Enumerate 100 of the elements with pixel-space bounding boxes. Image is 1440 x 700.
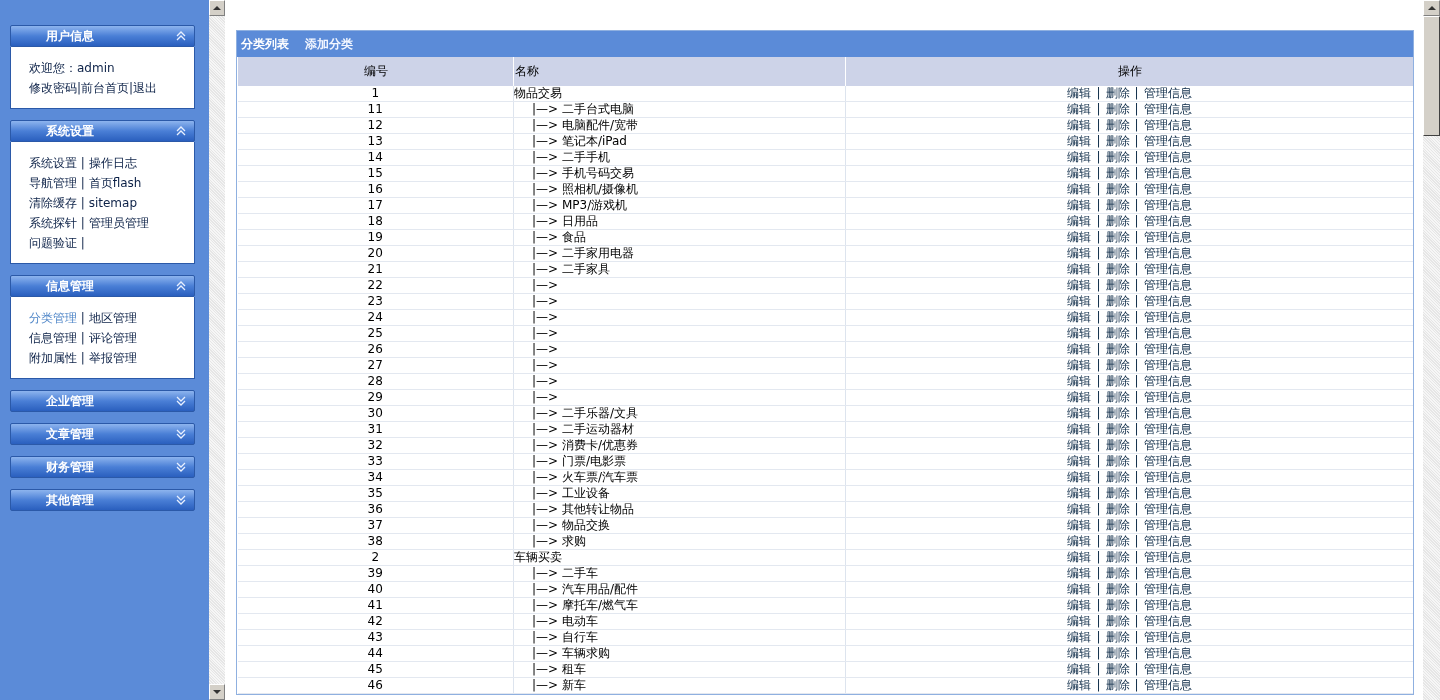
- menu-link[interactable]: sitemap: [88, 196, 137, 210]
- action-link[interactable]: 管理信息: [1143, 310, 1192, 325]
- action-link[interactable]: 编辑: [1067, 86, 1092, 101]
- action-link[interactable]: 管理信息: [1143, 486, 1192, 501]
- collapse-icon[interactable]: [176, 31, 186, 41]
- action-link[interactable]: 编辑: [1067, 150, 1092, 165]
- action-link[interactable]: 编辑: [1067, 198, 1092, 213]
- action-link[interactable]: 编辑: [1067, 518, 1092, 533]
- expand-icon[interactable]: [176, 495, 186, 505]
- menu-link[interactable]: 举报管理: [88, 351, 137, 365]
- action-link[interactable]: 编辑: [1067, 118, 1092, 133]
- action-link[interactable]: 编辑: [1067, 326, 1092, 341]
- action-link[interactable]: 编辑: [1067, 246, 1092, 261]
- action-link[interactable]: 删除: [1105, 262, 1130, 277]
- action-link[interactable]: 编辑: [1067, 614, 1092, 629]
- action-link[interactable]: 编辑: [1067, 406, 1092, 421]
- action-link[interactable]: 删除: [1105, 358, 1130, 373]
- action-link[interactable]: 编辑: [1067, 550, 1092, 565]
- action-link[interactable]: 管理信息: [1143, 598, 1192, 613]
- action-link[interactable]: 删除: [1105, 294, 1130, 309]
- action-link[interactable]: 删除: [1105, 134, 1130, 149]
- action-link[interactable]: 编辑: [1067, 262, 1092, 277]
- action-link[interactable]: 编辑: [1067, 182, 1092, 197]
- action-link[interactable]: 管理信息: [1143, 198, 1192, 213]
- action-link[interactable]: 管理信息: [1143, 326, 1192, 341]
- action-link[interactable]: 管理信息: [1143, 150, 1192, 165]
- menu-link[interactable]: 系统设置: [29, 156, 77, 170]
- action-link[interactable]: 管理信息: [1143, 390, 1192, 405]
- action-link[interactable]: 管理信息: [1143, 614, 1192, 629]
- action-link[interactable]: 编辑: [1067, 134, 1092, 149]
- action-link[interactable]: 管理信息: [1143, 662, 1192, 677]
- action-link[interactable]: 删除: [1105, 662, 1130, 677]
- action-link[interactable]: 管理信息: [1143, 646, 1192, 661]
- action-link[interactable]: 删除: [1105, 678, 1130, 693]
- action-link[interactable]: 删除: [1105, 102, 1130, 117]
- action-link[interactable]: 管理信息: [1143, 406, 1192, 421]
- action-link[interactable]: 编辑: [1067, 310, 1092, 325]
- action-link[interactable]: 管理信息: [1143, 438, 1192, 453]
- action-link[interactable]: 删除: [1105, 646, 1130, 661]
- action-link[interactable]: 删除: [1105, 534, 1130, 549]
- action-link[interactable]: 删除: [1105, 614, 1130, 629]
- action-link[interactable]: 管理信息: [1143, 166, 1192, 181]
- action-link[interactable]: 删除: [1105, 438, 1130, 453]
- action-link[interactable]: 管理信息: [1143, 358, 1192, 373]
- action-link[interactable]: 删除: [1105, 86, 1130, 101]
- menu-link[interactable]: 导航管理: [29, 176, 77, 190]
- action-link[interactable]: 删除: [1105, 198, 1130, 213]
- action-link[interactable]: 管理信息: [1143, 518, 1192, 533]
- panel-header[interactable]: 其他管理: [10, 489, 195, 511]
- collapse-icon[interactable]: [176, 126, 186, 136]
- menu-link[interactable]: 附加属性: [29, 351, 77, 365]
- action-link[interactable]: 编辑: [1067, 342, 1092, 357]
- menu-link[interactable]: 评论管理: [88, 331, 137, 345]
- action-link[interactable]: 编辑: [1067, 646, 1092, 661]
- menu-link[interactable]: 系统探针: [29, 216, 77, 230]
- menu-link[interactable]: 操作日志: [88, 156, 137, 170]
- action-link[interactable]: 删除: [1105, 278, 1130, 293]
- action-link[interactable]: 管理信息: [1143, 214, 1192, 229]
- action-link[interactable]: 删除: [1105, 470, 1130, 485]
- menu-link[interactable]: 前台首页: [81, 81, 130, 95]
- panel-header[interactable]: 企业管理: [10, 390, 195, 412]
- menu-link[interactable]: 修改密码: [29, 81, 77, 95]
- action-link[interactable]: 删除: [1105, 550, 1130, 565]
- action-link[interactable]: 编辑: [1067, 358, 1092, 373]
- action-link[interactable]: 删除: [1105, 214, 1130, 229]
- action-link[interactable]: 管理信息: [1143, 550, 1192, 565]
- action-link[interactable]: 管理信息: [1143, 566, 1192, 581]
- action-link[interactable]: 编辑: [1067, 454, 1092, 469]
- scroll-up-icon[interactable]: [209, 0, 225, 16]
- action-link[interactable]: 删除: [1105, 230, 1130, 245]
- action-link[interactable]: 编辑: [1067, 566, 1092, 581]
- action-link[interactable]: 编辑: [1067, 534, 1092, 549]
- action-link[interactable]: 删除: [1105, 182, 1130, 197]
- action-link[interactable]: 编辑: [1067, 166, 1092, 181]
- action-link[interactable]: 管理信息: [1143, 534, 1192, 549]
- action-link[interactable]: 编辑: [1067, 374, 1092, 389]
- action-link[interactable]: 编辑: [1067, 438, 1092, 453]
- action-link[interactable]: 编辑: [1067, 422, 1092, 437]
- action-link[interactable]: 管理信息: [1143, 678, 1192, 693]
- action-link[interactable]: 删除: [1105, 406, 1130, 421]
- action-link[interactable]: 编辑: [1067, 678, 1092, 693]
- action-link[interactable]: 管理信息: [1143, 502, 1192, 517]
- menu-link[interactable]: 清除缓存: [29, 196, 77, 210]
- action-link[interactable]: 管理信息: [1143, 470, 1192, 485]
- action-link[interactable]: 删除: [1105, 454, 1130, 469]
- expand-icon[interactable]: [176, 429, 186, 439]
- action-link[interactable]: 删除: [1105, 518, 1130, 533]
- panel-header[interactable]: 用户信息: [10, 25, 195, 47]
- menu-link[interactable]: 管理员管理: [88, 216, 149, 230]
- action-link[interactable]: 删除: [1105, 582, 1130, 597]
- action-link[interactable]: 管理信息: [1143, 454, 1192, 469]
- action-link[interactable]: 删除: [1105, 502, 1130, 517]
- action-link[interactable]: 删除: [1105, 326, 1130, 341]
- action-link[interactable]: 管理信息: [1143, 278, 1192, 293]
- action-link[interactable]: 管理信息: [1143, 102, 1192, 117]
- panel-header[interactable]: 系统设置: [10, 120, 195, 142]
- panel-header[interactable]: 文章管理: [10, 423, 195, 445]
- action-link[interactable]: 管理信息: [1143, 134, 1192, 149]
- expand-icon[interactable]: [176, 396, 186, 406]
- action-link[interactable]: 删除: [1105, 598, 1130, 613]
